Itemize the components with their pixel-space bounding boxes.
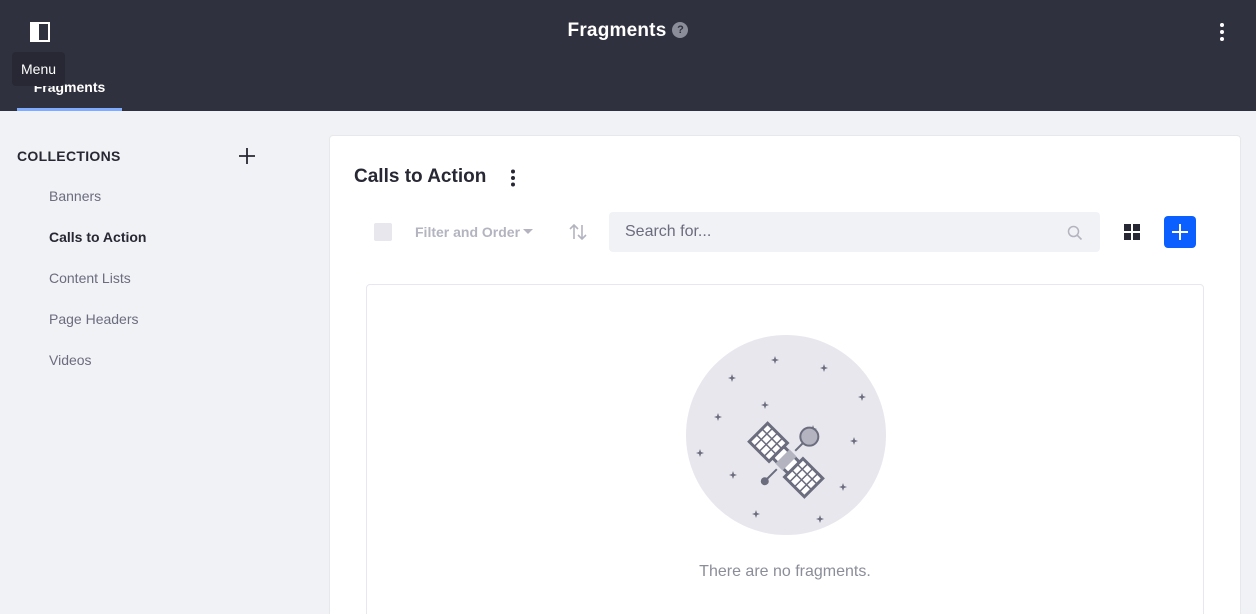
sidebar-item-page-headers[interactable]: Page Headers (49, 311, 147, 352)
search-bar (609, 212, 1100, 252)
page-header: Fragments? (0, 20, 1256, 42)
sort-order-icon[interactable] (567, 222, 589, 242)
search-icon[interactable] (1067, 225, 1083, 241)
sidebar-item-videos[interactable]: Videos (49, 352, 147, 393)
sidebar-item-banners[interactable]: Banners (49, 188, 147, 229)
collection-title: Calls to Action (354, 166, 487, 187)
sidebar-item-calls-to-action[interactable]: Calls to Action (49, 229, 147, 270)
collections-list: Banners Calls to Action Content Lists Pa… (49, 188, 147, 393)
add-fragment-button[interactable] (1164, 216, 1196, 248)
page-options-icon[interactable] (1210, 20, 1234, 44)
collection-options-icon[interactable] (504, 168, 522, 188)
search-input[interactable] (609, 212, 1049, 252)
select-all-checkbox[interactable] (374, 223, 392, 241)
page-title: Fragments (567, 20, 667, 41)
collection-card: Calls to Action Filter and Order Search … (329, 135, 1241, 614)
cards-view-icon[interactable] (1122, 222, 1142, 242)
add-collection-icon[interactable] (236, 145, 258, 167)
navigation-bar: Fragments (0, 64, 1256, 111)
help-icon[interactable]: ? (672, 22, 689, 38)
filter-and-order-label: Filter and Order (415, 224, 521, 240)
empty-state: There are no fragments. (366, 284, 1204, 614)
satellite-illustration (686, 335, 886, 535)
menu-tooltip: Menu (12, 52, 66, 86)
collections-title: COLLECTIONS (17, 148, 121, 164)
sidebar-item-content-lists[interactable]: Content Lists (49, 270, 147, 311)
top-bar: Fragments? (0, 0, 1256, 64)
empty-state-message: There are no fragments. (699, 563, 871, 580)
filter-and-order-dropdown[interactable]: Filter and Order (415, 224, 534, 240)
caret-down-icon (523, 229, 534, 234)
plus-icon (1172, 224, 1188, 240)
